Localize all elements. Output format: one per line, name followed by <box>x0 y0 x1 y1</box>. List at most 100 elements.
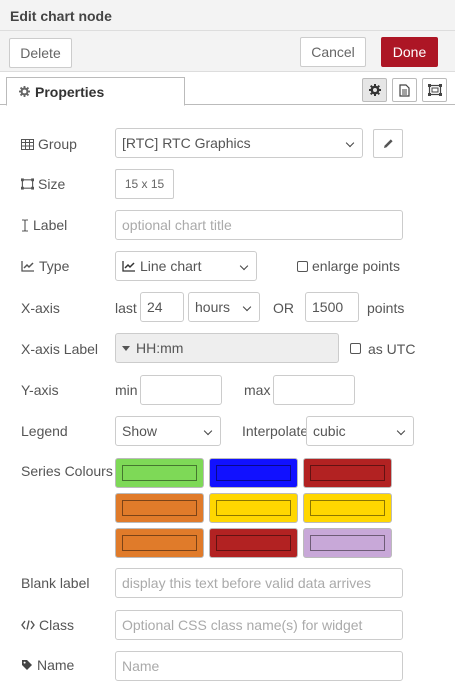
name-row-label: Name <box>21 655 74 675</box>
file-icon <box>399 83 410 97</box>
series-colour-swatch[interactable] <box>209 528 298 558</box>
properties-form: Group [RTC] RTC Graphics Size 15 x 15 La… <box>0 105 455 686</box>
xaxis-format-label: X-axis Label <box>21 341 99 357</box>
enlarge-points-label: enlarge points <box>312 258 400 274</box>
interpolate-select[interactable]: cubic <box>306 416 414 446</box>
series-colour-swatch[interactable] <box>115 528 204 558</box>
type-row-label: Type <box>21 256 69 276</box>
interpolate-value: cubic <box>313 423 346 439</box>
tab-properties[interactable]: Properties <box>6 77 185 106</box>
series-colour-swatch[interactable] <box>209 458 298 488</box>
line-chart-icon <box>21 260 35 272</box>
dialog-title: Edit chart node <box>0 0 455 31</box>
pencil-icon <box>383 138 394 149</box>
swatch-inner <box>122 500 197 516</box>
tag-icon <box>21 659 33 671</box>
series-colour-swatch[interactable] <box>303 458 392 488</box>
xaxis-last-label: last <box>115 300 137 316</box>
name-label: Name <box>37 657 75 673</box>
size-label: Size <box>38 176 66 192</box>
class-row-label: Class <box>21 615 74 635</box>
xaxis-label: X-axis <box>21 300 60 316</box>
size-row-label: Size <box>21 174 65 194</box>
enlarge-points-checkbox[interactable] <box>297 261 308 272</box>
gear-icon <box>19 86 30 97</box>
xaxis-row-label: X-axis <box>21 298 60 318</box>
swatch-inner <box>310 535 385 551</box>
table-icon <box>21 138 34 150</box>
as-utc-checkbox[interactable] <box>350 343 361 354</box>
chart-label-input[interactable]: optional chart title <box>115 210 403 240</box>
code-icon <box>21 620 35 630</box>
swatch-inner <box>122 465 197 481</box>
class-label: Class <box>39 617 75 633</box>
done-button[interactable]: Done <box>381 37 438 67</box>
xaxis-format-value: HH:mm <box>136 340 184 356</box>
series-colour-swatch[interactable] <box>303 493 392 523</box>
chart-type-value: Line chart <box>140 258 202 274</box>
xaxis-duration-input[interactable]: 24 <box>140 292 184 322</box>
gear-icon <box>368 84 381 96</box>
object-group-icon <box>427 84 442 96</box>
tab-bar: Properties <box>0 72 455 106</box>
chart-label-row-label: Label <box>21 215 67 235</box>
as-utc-label: as UTC <box>368 341 416 357</box>
yaxis-label: Y-axis <box>21 382 59 398</box>
swatch-inner <box>216 500 291 516</box>
action-bar: Delete Cancel Done <box>0 31 455 72</box>
yaxis-min-label: min <box>115 382 138 398</box>
xaxis-points-input[interactable]: 1500 <box>305 292 359 322</box>
i-cursor-icon <box>21 218 29 232</box>
xaxis-format-select[interactable]: HH:mm <box>115 333 339 363</box>
tab-properties-label: Properties <box>35 83 105 100</box>
yaxis-min-input[interactable] <box>140 375 222 405</box>
swatch-inner <box>216 535 291 551</box>
xaxis-duration-value: 24 <box>147 299 163 315</box>
edit-group-button[interactable] <box>373 129 403 158</box>
chart-type-select[interactable]: Line chart <box>115 251 257 281</box>
blank-label-row-label: Blank label <box>21 573 90 593</box>
group-value: [RTC] RTC Graphics <box>122 135 251 151</box>
series-colour-swatch[interactable] <box>115 493 204 523</box>
cancel-button[interactable]: Cancel <box>300 37 366 67</box>
series-colour-swatch[interactable] <box>303 528 392 558</box>
group-select[interactable]: [RTC] RTC Graphics <box>115 128 363 158</box>
legend-label: Legend <box>21 423 68 439</box>
class-input[interactable]: Optional CSS class name(s) for widget <box>115 610 403 640</box>
description-tab-button[interactable] <box>392 78 417 102</box>
xaxis-points-label: points <box>367 300 405 316</box>
caret-down-icon <box>122 345 130 351</box>
blank-label-label: Blank label <box>21 575 90 591</box>
series-colour-swatch[interactable] <box>209 493 298 523</box>
xaxis-or-label: OR <box>273 300 294 316</box>
series-colours-row-label: Series Colours <box>21 461 113 481</box>
size-button[interactable]: 15 x 15 <box>115 169 174 199</box>
swatch-inner <box>122 535 197 551</box>
appearance-tab-button[interactable] <box>422 78 447 102</box>
delete-button[interactable]: Delete <box>9 38 72 68</box>
name-input[interactable]: Name <box>115 651 403 681</box>
blank-label-placeholder: display this text before valid data arri… <box>122 575 372 591</box>
name-placeholder: Name <box>122 658 160 674</box>
yaxis-max-label: max <box>244 382 271 398</box>
legend-select[interactable]: Show <box>115 416 221 446</box>
class-placeholder: Optional CSS class name(s) for widget <box>122 617 363 633</box>
xaxis-unit-value: hours <box>195 299 231 315</box>
xaxis-points-value: 1500 <box>312 299 344 315</box>
settings-tab-button[interactable] <box>362 78 387 102</box>
series-colour-swatch[interactable] <box>115 458 204 488</box>
legend-value: Show <box>122 423 158 439</box>
group-row-label: Group <box>21 134 77 154</box>
xaxis-unit-select[interactable]: hours <box>188 292 260 322</box>
yaxis-row-label: Y-axis <box>21 380 59 400</box>
chart-label-label: Label <box>33 217 68 233</box>
group-label: Group <box>38 136 77 152</box>
swatch-inner <box>216 465 291 481</box>
legend-row-label: Legend <box>21 421 68 441</box>
object-group-icon <box>21 178 34 190</box>
swatch-inner <box>310 465 385 481</box>
yaxis-max-input[interactable] <box>273 375 355 405</box>
series-colours-label: Series Colours <box>21 463 113 479</box>
swatch-inner <box>310 500 385 516</box>
blank-label-input[interactable]: display this text before valid data arri… <box>115 568 403 598</box>
